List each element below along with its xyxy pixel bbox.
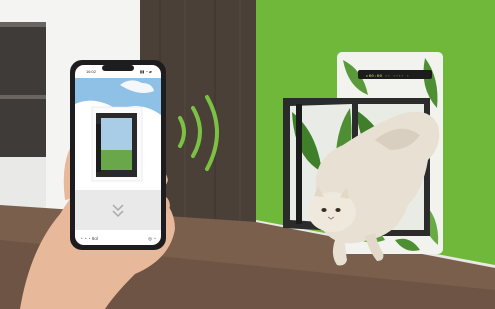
phone-bottom-right-icons[interactable]: ◎ ◔ <box>148 236 156 242</box>
phone-status-time: 16:02 <box>86 69 97 74</box>
left-cabinet <box>0 157 46 212</box>
phone-bottom-left-icons[interactable]: ◔ ◔ ◔ 8ol <box>80 236 98 242</box>
door-display-text: ▸00:00 ◦◦ ◦◦◦◦ ◦ <box>366 75 410 79</box>
scene-illustration <box>0 0 495 309</box>
phone-bottom-bar: ◔ ◔ ◔ 8ol ◎ ◔ <box>80 236 156 242</box>
phone-status-bar: 16:02 ▮▮ ◔ ▰ <box>86 69 152 74</box>
phone-status-icons: ▮▮ ◔ ▰ <box>139 69 152 74</box>
left-window <box>0 22 46 157</box>
smartphone <box>70 60 166 250</box>
cat-flap-scene: 16:02 ▮▮ ◔ ▰ ◔ ◔ ◔ 8ol ◎ ◔ ▸00:00 ◦◦ ◦◦◦… <box>0 0 495 309</box>
